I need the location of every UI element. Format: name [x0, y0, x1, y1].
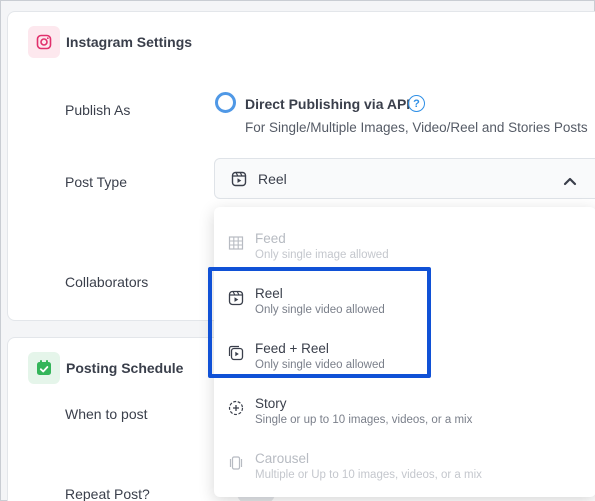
post-type-label: Post Type: [65, 174, 128, 190]
chevron-up-icon: [563, 173, 577, 191]
grid-icon: [228, 235, 244, 256]
carousel-icon: [228, 455, 244, 476]
option-description: Multiple or Up to 10 images, videos, or …: [255, 469, 482, 481]
reel-icon: [231, 171, 247, 192]
option-title: Feed: [255, 231, 286, 246]
option-title: Carousel: [255, 451, 310, 466]
dropdown-option-carousel[interactable]: Carousel Multiple or Up to 10 images, vi…: [214, 435, 595, 490]
section-title: Instagram Settings: [66, 34, 193, 50]
publish-option-title[interactable]: Direct Publishing via API: [245, 96, 410, 112]
post-type-select[interactable]: Reel: [214, 158, 595, 199]
option-description: Single or up to 10 images, videos, or a …: [255, 414, 473, 426]
post-type-value: Reel: [258, 171, 287, 187]
when-to-post-label: When to post: [65, 406, 148, 422]
repeat-post-label: Repeat Post?: [65, 486, 150, 501]
dropdown-option-story[interactable]: Story Single or up to 10 images, videos,…: [214, 380, 595, 435]
help-icon[interactable]: ?: [408, 95, 425, 112]
publish-as-label: Publish As: [65, 102, 131, 118]
option-description: Only single image allowed: [255, 249, 389, 261]
instagram-icon: [28, 26, 60, 58]
dropdown-option-feed[interactable]: Feed Only single image allowed: [214, 215, 595, 270]
story-add-icon: [228, 400, 244, 421]
section-title: Posting Schedule: [66, 360, 184, 376]
app-frame: Instagram Settings Publish As Direct Pub…: [0, 0, 595, 501]
highlight-box: [208, 267, 431, 378]
calendar-check-icon: [28, 352, 60, 384]
collaborators-label: Collaborators: [65, 274, 149, 290]
publish-radio[interactable]: [215, 92, 236, 113]
option-title: Story: [255, 396, 287, 411]
publish-option-description: For Single/Multiple Images, Video/Reel a…: [245, 120, 588, 135]
